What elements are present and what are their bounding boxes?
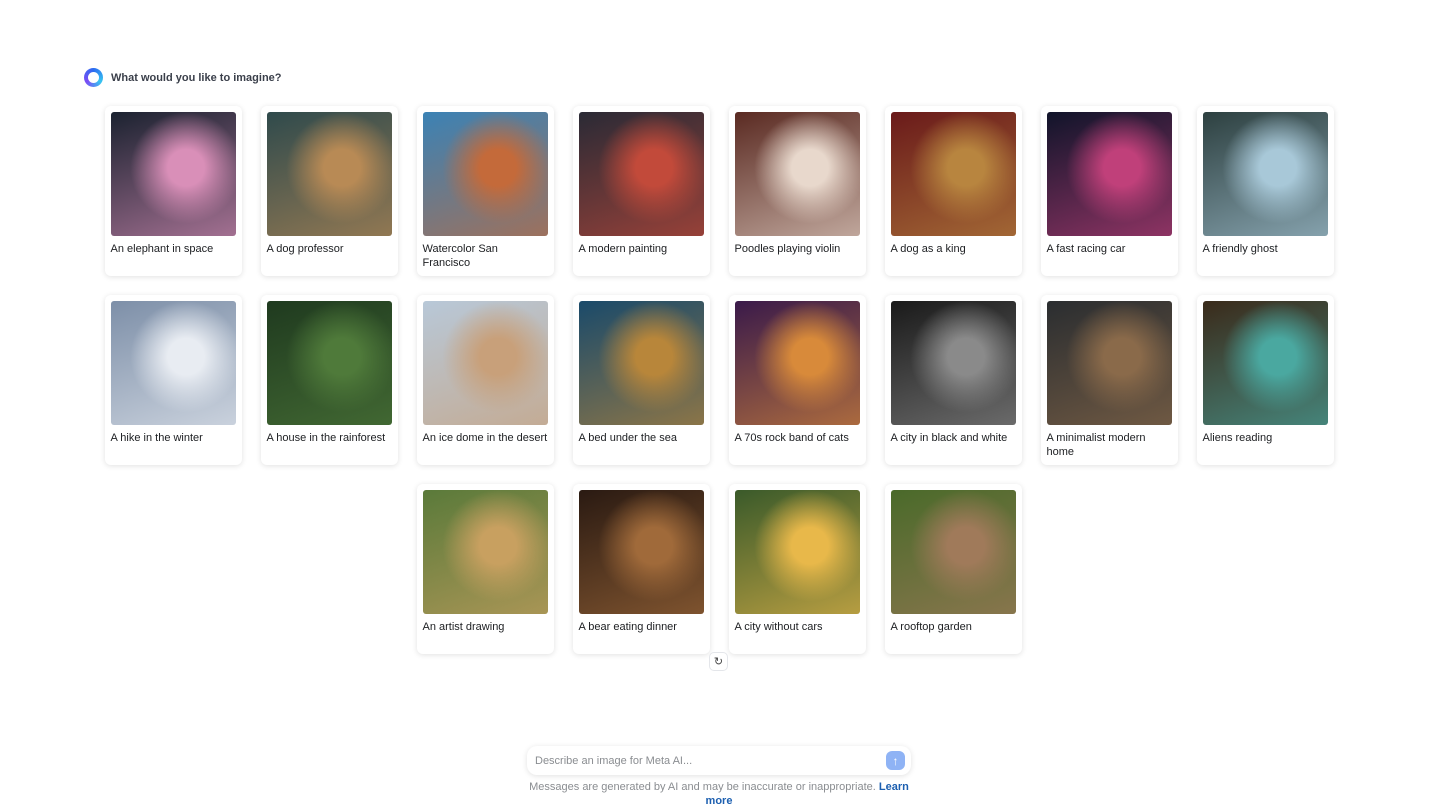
- suggestion-card[interactable]: Aliens reading: [1196, 295, 1334, 465]
- suggestion-card[interactable]: A bear eating dinner: [572, 484, 710, 654]
- suggestion-card[interactable]: Watercolor San Francisco: [416, 106, 554, 276]
- suggestion-label: Poodles playing violin: [734, 243, 841, 255]
- suggestion-thumbnail: [734, 490, 860, 614]
- suggestion-label: A house in the rainforest: [266, 432, 386, 444]
- meta-ai-logo-icon: [84, 68, 103, 87]
- suggestion-card[interactable]: A city in black and white: [884, 295, 1022, 465]
- suggestion-label: A friendly ghost: [1202, 243, 1278, 255]
- suggestion-thumbnail: [1202, 301, 1328, 425]
- disclaimer: Messages are generated by AI and may be …: [527, 780, 911, 808]
- suggestion-thumbnail: [890, 490, 1016, 614]
- suggestion-row: An artist drawing A bear eating dinner A c…: [108, 484, 1330, 654]
- suggestion-card[interactable]: A house in the rainforest: [260, 295, 398, 465]
- suggestion-card[interactable]: A 70s rock band of cats: [728, 295, 866, 465]
- suggestion-label: A 70s rock band of cats: [734, 432, 849, 444]
- suggestion-label: A bed under the sea: [578, 432, 677, 444]
- suggestion-card[interactable]: A bed under the sea: [572, 295, 710, 465]
- prompt-input[interactable]: [535, 754, 886, 767]
- suggestion-row: A hike in the winter A house in the rainf…: [104, 295, 1334, 465]
- suggestion-card[interactable]: An elephant in space: [104, 106, 242, 276]
- suggestion-thumbnail: [890, 301, 1016, 425]
- suggestion-card[interactable]: An artist drawing: [416, 484, 554, 654]
- refresh-icon: ↻: [713, 656, 724, 668]
- suggestion-label: A fast racing car: [1046, 243, 1126, 255]
- suggestion-thumbnail: [578, 301, 704, 425]
- prompt-header: What would you like to imagine?: [84, 68, 282, 87]
- suggestion-thumbnail: [266, 301, 392, 425]
- suggestion-label: A bear eating dinner: [578, 621, 677, 633]
- suggestion-label: An elephant in space: [110, 243, 214, 255]
- suggestion-card[interactable]: An ice dome in the desert: [416, 295, 554, 465]
- disclaimer-text: Messages are generated by AI and may be …: [529, 781, 879, 793]
- suggestion-label: An artist drawing: [422, 621, 505, 633]
- suggestion-label: A city in black and white: [890, 432, 1008, 444]
- composer: ↑: [527, 746, 911, 775]
- suggestion-card[interactable]: Poodles playing violin: [728, 106, 866, 276]
- suggestion-thumbnail: [422, 490, 548, 614]
- suggestion-thumbnail: [890, 112, 1016, 236]
- suggestion-row: An elephant in space A dog professor Water…: [104, 106, 1334, 276]
- suggestion-thumbnail: [422, 112, 548, 236]
- suggestion-thumbnail: [110, 112, 236, 236]
- suggestion-label: A rooftop garden: [890, 621, 972, 633]
- suggestion-thumbnail: [578, 112, 704, 236]
- suggestion-thumbnail: [1046, 301, 1172, 425]
- suggestion-label: A city without cars: [734, 621, 823, 633]
- suggestion-thumbnail: [266, 112, 392, 236]
- arrow-up-icon: ↑: [892, 753, 899, 768]
- suggestion-thumbnail: [110, 301, 236, 425]
- suggestion-card[interactable]: A modern painting: [572, 106, 710, 276]
- suggestion-label: A minimalist modern home: [1046, 432, 1146, 458]
- suggestion-card[interactable]: A hike in the winter: [104, 295, 242, 465]
- suggestion-card[interactable]: A minimalist modern home: [1040, 295, 1178, 465]
- suggestion-thumbnail: [578, 490, 704, 614]
- suggestion-thumbnail: [422, 301, 548, 425]
- suggestion-label: An ice dome in the desert: [422, 432, 548, 444]
- suggestion-card[interactable]: A dog as a king: [884, 106, 1022, 276]
- suggestion-label: Watercolor San Francisco: [422, 243, 498, 269]
- suggestion-label: Aliens reading: [1202, 432, 1273, 444]
- suggestion-grid: An elephant in space A dog professor Water…: [104, 106, 1334, 673]
- suggestion-label: A dog professor: [266, 243, 344, 255]
- suggestion-thumbnail: [1046, 112, 1172, 236]
- suggestion-label: A hike in the winter: [110, 432, 203, 444]
- suggestion-card[interactable]: A dog professor: [260, 106, 398, 276]
- suggestion-thumbnail: [734, 301, 860, 425]
- refresh-suggestions-button[interactable]: ↻: [709, 652, 728, 671]
- suggestion-thumbnail: [734, 112, 860, 236]
- send-button[interactable]: ↑: [886, 751, 905, 770]
- suggestion-thumbnail: [1202, 112, 1328, 236]
- suggestion-card[interactable]: A friendly ghost: [1196, 106, 1334, 276]
- prompt-title: What would you like to imagine?: [111, 71, 282, 84]
- suggestion-card[interactable]: A rooftop garden: [884, 484, 1022, 654]
- suggestion-label: A dog as a king: [890, 243, 966, 255]
- suggestion-label: A modern painting: [578, 243, 668, 255]
- suggestion-card[interactable]: A fast racing car: [1040, 106, 1178, 276]
- suggestion-card[interactable]: A city without cars: [728, 484, 866, 654]
